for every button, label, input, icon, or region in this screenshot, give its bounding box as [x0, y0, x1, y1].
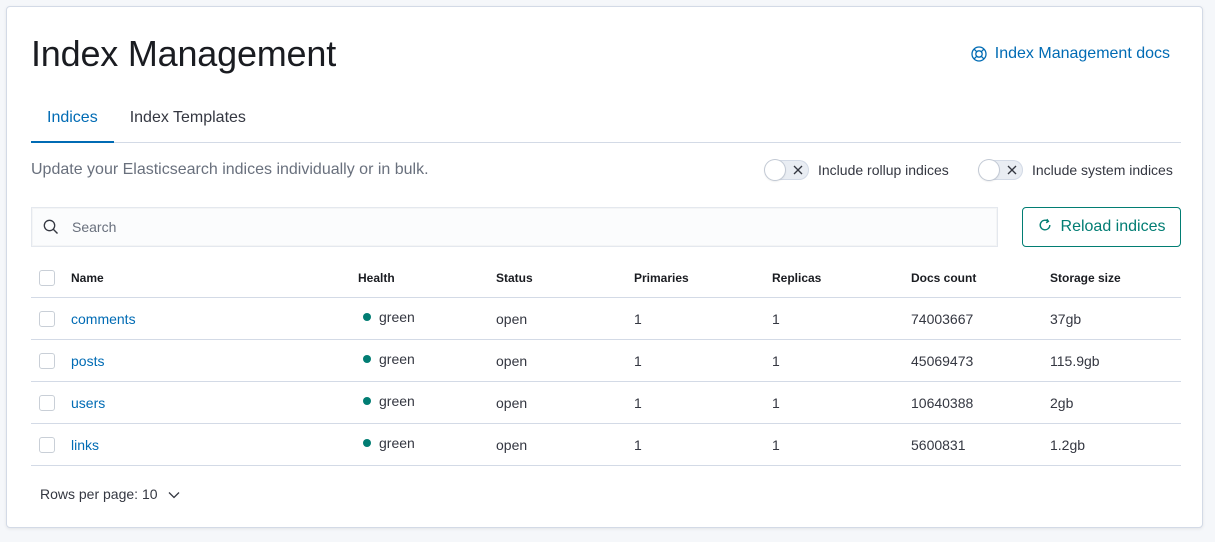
- docs-link-label: Index Management docs: [994, 45, 1170, 62]
- switch-thumb: [979, 160, 999, 180]
- select-all-cell: [31, 259, 71, 298]
- docs-count-cell: 5600831: [911, 423, 1050, 466]
- column-header-health[interactable]: Health: [358, 259, 496, 298]
- health-label: green: [379, 309, 415, 325]
- chevron-down-icon: [168, 486, 180, 502]
- health-cell: green: [358, 423, 496, 466]
- primaries-cell: 1: [634, 339, 772, 382]
- replicas-cell: 1: [772, 381, 911, 424]
- docs-link[interactable]: Index Management docs: [971, 45, 1170, 63]
- health-label: green: [379, 435, 415, 451]
- status-cell: open: [496, 297, 634, 340]
- docs-count-cell: 45069473: [911, 339, 1050, 382]
- switch-track[interactable]: [765, 160, 809, 180]
- docs-count-cell: 74003667: [911, 297, 1050, 340]
- search-input[interactable]: [70, 208, 974, 246]
- storage-size-cell: 115.9gb: [1050, 339, 1181, 382]
- primaries-cell: 1: [634, 297, 772, 340]
- reload-indices-label: Reload indices: [1060, 218, 1166, 235]
- health-dot-icon: [363, 355, 371, 363]
- storage-size-cell: 37gb: [1050, 297, 1181, 340]
- search-field[interactable]: [31, 207, 998, 247]
- table-row: posts green open 1 1 45069473 115.9gb: [31, 339, 1181, 382]
- row-checkbox[interactable]: [39, 394, 55, 411]
- rows-per-page-button[interactable]: Rows per page: 10: [40, 486, 180, 502]
- select-all-checkbox[interactable]: [39, 270, 55, 286]
- column-header-replicas[interactable]: Replicas: [772, 259, 911, 298]
- table-row: links green open 1 1 5600831 1.2gb: [31, 423, 1181, 466]
- index-name-cell: links: [71, 423, 358, 466]
- tab-bar: Indices Index Templates: [31, 93, 1181, 143]
- column-header-name[interactable]: Name: [71, 259, 358, 298]
- storage-size-cell: 2gb: [1050, 381, 1181, 424]
- tab-index-templates[interactable]: Index Templates: [114, 93, 262, 142]
- index-management-panel: Index Management Index Management docs I…: [6, 6, 1203, 528]
- row-checkbox[interactable]: [39, 436, 55, 453]
- table-row: comments green open 1 1 74003667 37gb: [31, 297, 1181, 340]
- switch-track[interactable]: [979, 160, 1023, 180]
- tab-indices[interactable]: Indices: [31, 93, 114, 143]
- column-header-storage-size[interactable]: Storage size: [1050, 259, 1181, 298]
- health-cell: green: [358, 297, 496, 340]
- table-header-row: Name Health Status Primaries Replicas Do…: [31, 259, 1181, 298]
- switch-thumb: [765, 160, 785, 180]
- docs-count-cell: 10640388: [911, 381, 1050, 424]
- include-system-switch[interactable]: Include system indices: [979, 160, 1173, 180]
- table-row: users green open 1 1 10640388 2gb: [31, 381, 1181, 424]
- primaries-cell: 1: [634, 381, 772, 424]
- reload-indices-button[interactable]: Reload indices: [1022, 207, 1181, 247]
- help-lifebuoy-icon: [971, 46, 987, 62]
- health-cell: green: [358, 381, 496, 424]
- include-rollup-label: Include rollup indices: [818, 162, 949, 178]
- include-system-label: Include system indices: [1032, 162, 1173, 178]
- status-cell: open: [496, 381, 634, 424]
- health-label: green: [379, 393, 415, 409]
- column-header-docs-count[interactable]: Docs count: [911, 259, 1050, 298]
- search-icon: [32, 219, 70, 235]
- column-header-status[interactable]: Status: [496, 259, 634, 298]
- index-name-cell: comments: [71, 297, 358, 340]
- status-cell: open: [496, 423, 634, 466]
- page-title: Index Management: [31, 33, 336, 74]
- primaries-cell: 1: [634, 423, 772, 466]
- replicas-cell: 1: [772, 423, 911, 466]
- close-icon: [1007, 165, 1017, 175]
- indices-table: Name Health Status Primaries Replicas Do…: [31, 259, 1181, 466]
- health-dot-icon: [363, 439, 371, 447]
- row-select-cell: [31, 381, 71, 424]
- include-rollup-switch[interactable]: Include rollup indices: [765, 160, 949, 180]
- health-dot-icon: [363, 313, 371, 321]
- storage-size-cell: 1.2gb: [1050, 423, 1181, 466]
- index-name-link[interactable]: links: [71, 437, 99, 453]
- health-cell: green: [358, 339, 496, 382]
- index-name-link[interactable]: comments: [71, 311, 136, 327]
- column-header-primaries[interactable]: Primaries: [634, 259, 772, 298]
- row-select-cell: [31, 423, 71, 466]
- close-icon: [793, 165, 803, 175]
- row-select-cell: [31, 297, 71, 340]
- health-label: green: [379, 351, 415, 367]
- refresh-icon: [1038, 218, 1052, 237]
- index-name-cell: users: [71, 381, 358, 424]
- row-checkbox[interactable]: [39, 310, 55, 327]
- row-checkbox[interactable]: [39, 352, 55, 369]
- index-name-link[interactable]: users: [71, 395, 105, 411]
- page-description: Update your Elasticsearch indices indivi…: [31, 161, 429, 178]
- row-select-cell: [31, 339, 71, 382]
- status-cell: open: [496, 339, 634, 382]
- replicas-cell: 1: [772, 339, 911, 382]
- rows-per-page-label: Rows per page: 10: [40, 486, 158, 502]
- replicas-cell: 1: [772, 297, 911, 340]
- index-name-link[interactable]: posts: [71, 353, 104, 369]
- health-dot-icon: [363, 397, 371, 405]
- index-name-cell: posts: [71, 339, 358, 382]
